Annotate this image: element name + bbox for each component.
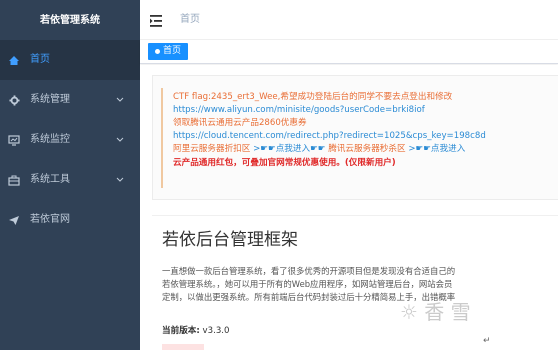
tencent-enter-link[interactable]: >☛☛点我进入 xyxy=(408,144,465,154)
notice-aliyun-link[interactable]: https://www.aliyun.com/minisite/goods?us… xyxy=(173,105,425,116)
sidebar-item-label: 首页 xyxy=(30,54,50,65)
sidebar-item-system-management[interactable]: 系统管理 xyxy=(0,80,140,120)
notice-panel: CTF flag:2435_ert3_Wee,希望成功登陆后台的同学不要去点登出… xyxy=(152,75,558,200)
notice-accent-bar xyxy=(161,88,163,188)
tags-view: 首页 xyxy=(140,40,558,64)
aliyun-discount-label: 阿里云服务器折扣区 xyxy=(173,144,251,154)
description-line: 若依管理系统。，她可以用于所有的Web应用程序，如网站管理后台，网站会员 xyxy=(162,279,453,289)
send-icon xyxy=(8,214,20,226)
sidebar-item-label: 系统工具 xyxy=(30,174,70,185)
active-dot-icon xyxy=(155,49,160,54)
breadcrumb: 首页 xyxy=(180,14,200,25)
sidebar-item-home[interactable]: 首页 xyxy=(0,40,140,80)
watermark: ☼ 香 雪 xyxy=(400,300,471,324)
sidebar-item-label: 若依官网 xyxy=(30,214,70,225)
version-label: 当前版本: xyxy=(162,326,200,336)
gear-icon xyxy=(8,94,20,106)
return-key-icon: ↵ xyxy=(483,336,491,346)
monitor-icon xyxy=(8,134,20,146)
notice-red-packet: 云产品通用红包，可叠加官网常规优惠使用。(仅限新用户) xyxy=(173,158,396,168)
section-divider xyxy=(152,215,558,216)
notice-promo-links: 阿里云服务器折扣区 >☛☛点我进入☛☛ 腾讯云服务器秒杀区 >☛☛点我进入 xyxy=(173,144,465,155)
sidebar-item-system-monitor[interactable]: 系统监控 xyxy=(0,120,140,160)
hamburger-menu-icon[interactable] xyxy=(150,12,166,27)
current-version: 当前版本: v3.3.0 xyxy=(162,324,230,336)
app-logo-title[interactable]: 若依管理系统 xyxy=(0,0,140,40)
version-value: v3.3.0 xyxy=(202,326,230,336)
navbar: 首页 xyxy=(140,0,558,40)
description-line: 一直想做一款后台管理系统，看了很多优秀的开源项目但是发现没有合适自己的 xyxy=(162,266,456,276)
sidebar-item-system-tools[interactable]: 系统工具 xyxy=(0,160,140,200)
sidebar-item-label: 系统监控 xyxy=(30,134,70,145)
sidebar: 若依管理系统 首页 系统管理 系统监控 系统工具 若依官网 xyxy=(0,0,140,350)
page-title: 若依后台管理框架 xyxy=(162,230,298,250)
cut-off-button[interactable] xyxy=(162,344,204,350)
notice-ctf-flag: CTF flag:2435_ert3_Wee,希望成功登陆后台的同学不要去点登出… xyxy=(173,92,453,102)
chevron-down-icon xyxy=(116,175,124,186)
sidebar-item-ruoyi-website[interactable]: 若依官网 xyxy=(0,200,140,240)
tencent-flash-sale-label: 腾讯云服务器秒杀区 xyxy=(328,144,406,154)
tag-home[interactable]: 首页 xyxy=(148,43,189,60)
sidebar-item-label: 系统管理 xyxy=(30,94,70,105)
notice-tencent-coupon: 领取腾讯云通用云产品2860优惠券 xyxy=(173,118,307,128)
chevron-down-icon xyxy=(116,135,124,146)
aliyun-enter-link[interactable]: >☛☛点我进入☛☛ xyxy=(253,144,325,154)
tag-label: 首页 xyxy=(163,46,182,56)
chevron-down-icon xyxy=(116,95,124,106)
notice-tencent-link[interactable]: https://cloud.tencent.com/redirect.php?r… xyxy=(173,131,486,142)
home-icon xyxy=(8,54,20,66)
toolbox-icon xyxy=(8,174,20,186)
